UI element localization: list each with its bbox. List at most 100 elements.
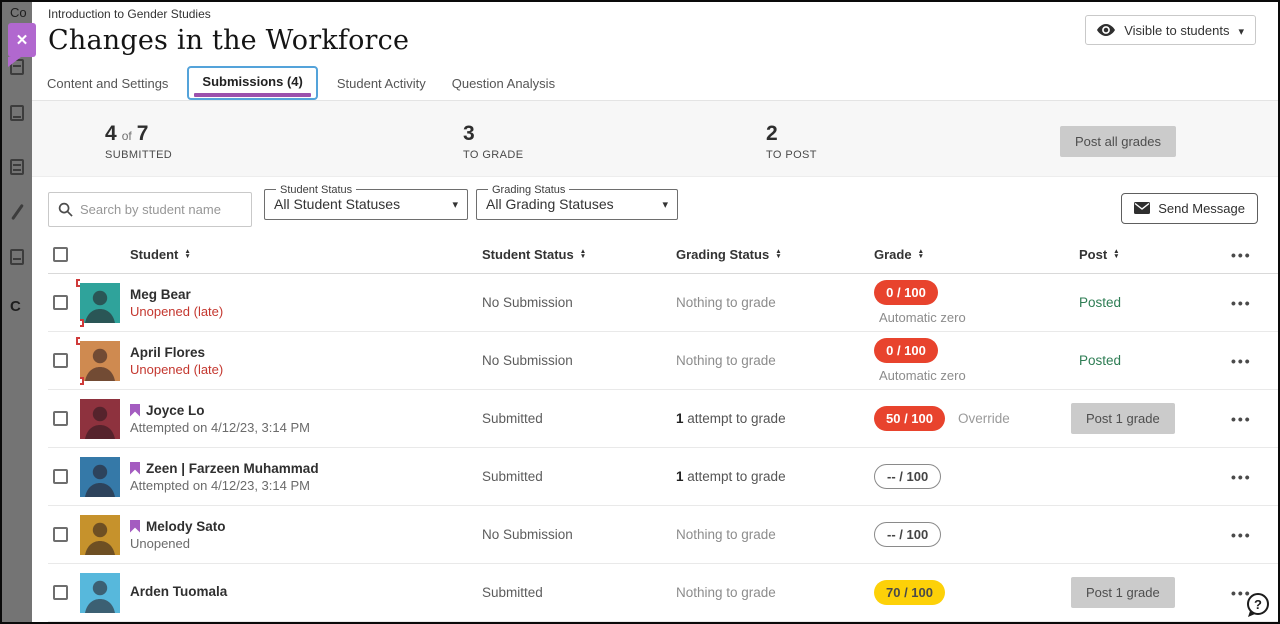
to-grade-label: TO GRADE xyxy=(463,149,523,161)
sort-icon xyxy=(775,250,781,259)
row-options-icon[interactable] xyxy=(1215,295,1278,311)
column-header-student[interactable]: Student xyxy=(130,247,482,262)
submissions-panel: Introduction to Gender Studies Changes i… xyxy=(32,2,1278,622)
help-button[interactable]: ? xyxy=(1244,592,1271,619)
chevron-down-icon xyxy=(662,195,668,213)
column-header-post[interactable]: Post xyxy=(1079,247,1215,262)
bookmark-flag-icon xyxy=(130,520,140,533)
grading-status-value: All Grading Statuses xyxy=(486,196,614,212)
student-status-cell: No Submission xyxy=(482,295,676,310)
posted-status: Posted xyxy=(1079,353,1121,368)
table-body: Meg Bear Unopened (late) No Submission N… xyxy=(48,274,1278,622)
filter-row: Student Status All Student Statuses Grad… xyxy=(32,177,1278,236)
avatar xyxy=(80,515,130,555)
post-cell: Post 1 grade Post 1 grade xyxy=(1079,403,1215,434)
submitted-count: 4 xyxy=(105,122,117,146)
row-options-icon[interactable] xyxy=(1215,353,1278,369)
student-status-cell: No Submission xyxy=(482,353,676,368)
row-checkbox[interactable] xyxy=(53,469,68,484)
student-row[interactable]: Meg Bear Unopened (late) No Submission N… xyxy=(48,274,1278,332)
table-options-icon[interactable] xyxy=(1215,247,1278,263)
row-checkbox[interactable] xyxy=(53,353,68,368)
stat-to-grade: 3 TO GRADE xyxy=(463,122,523,161)
row-options-icon[interactable] xyxy=(1215,469,1278,485)
grading-status-label: Grading Status xyxy=(488,184,569,196)
student-row[interactable]: Melody Sato Unopened No Submission Nothi… xyxy=(48,506,1278,564)
sort-icon xyxy=(184,250,190,259)
row-options-icon[interactable] xyxy=(1215,527,1278,543)
grading-status-cell: Nothing to grade xyxy=(676,584,874,602)
search-box xyxy=(48,192,252,227)
tab-submissions[interactable]: Submissions (4) xyxy=(187,66,317,100)
bookmark-flag-icon xyxy=(130,404,140,417)
post-cell: Post 1 grade Post 1 grade xyxy=(1079,577,1215,608)
student-row[interactable]: Arden Tuomala Submitted Nothing to grade… xyxy=(48,564,1278,622)
select-all-checkbox[interactable] xyxy=(53,247,68,262)
background-sidebar: Co C xyxy=(2,2,32,622)
post-grade-button[interactable]: Post 1 grade xyxy=(1071,577,1175,608)
sort-icon xyxy=(918,250,924,259)
search-input[interactable] xyxy=(80,202,242,217)
tab-student-activity[interactable]: Student Activity xyxy=(324,67,439,100)
grade-subtext: Automatic zero xyxy=(879,310,1079,325)
avatar xyxy=(80,457,130,497)
tab-question-analysis[interactable]: Question Analysis xyxy=(439,67,568,100)
grade-cell: -- / 100 xyxy=(874,464,1079,489)
grade-subtext: Automatic zero xyxy=(879,368,1079,383)
override-label: Override xyxy=(958,411,1010,426)
student-substatus: Unopened (late) xyxy=(130,362,482,377)
student-status-cell: Submitted xyxy=(482,469,676,484)
column-header-grade[interactable]: Grade xyxy=(874,247,1079,262)
row-checkbox[interactable] xyxy=(53,585,68,600)
post-grade-button[interactable]: Post 1 grade xyxy=(1071,403,1175,434)
student-status-cell: Submitted xyxy=(482,585,676,600)
grade-pill[interactable]: 0 / 100 xyxy=(874,280,938,305)
avatar xyxy=(80,283,130,323)
calculator-icon xyxy=(10,159,24,175)
column-header-grading-status[interactable]: Grading Status xyxy=(676,247,874,262)
grading-status-select[interactable]: Grading Status All Grading Statuses xyxy=(476,184,678,220)
grading-status-cell: Nothing to grade xyxy=(676,294,874,312)
grading-status-cell: Nothing to grade xyxy=(676,526,874,544)
student-status-select[interactable]: Student Status All Student Statuses xyxy=(264,184,468,220)
tab-content-and-settings[interactable]: Content and Settings xyxy=(34,67,181,100)
to-grade-count: 3 xyxy=(463,122,475,146)
submitted-total: 7 xyxy=(137,122,149,146)
student-name: April Flores xyxy=(130,345,205,360)
column-header-student-status[interactable]: Student Status xyxy=(482,247,676,262)
submitted-of: of xyxy=(122,129,132,143)
row-checkbox[interactable] xyxy=(53,411,68,426)
student-row[interactable]: Joyce Lo Attempted on 4/12/23, 3:14 PM S… xyxy=(48,390,1278,448)
student-status-value: All Student Statuses xyxy=(274,196,400,212)
grade-pill[interactable]: -- / 100 xyxy=(874,522,941,547)
post-all-grades-button[interactable]: Post all grades xyxy=(1060,126,1176,157)
student-name: Zeen | Farzeen Muhammad xyxy=(146,461,319,476)
panel-header: Introduction to Gender Studies Changes i… xyxy=(32,2,1278,66)
posted-status: Posted xyxy=(1079,295,1121,310)
student-row[interactable]: April Flores Unopened (late) No Submissi… xyxy=(48,332,1278,390)
search-icon xyxy=(58,202,73,217)
sidebar-text-fragment: Co xyxy=(10,5,27,20)
code-block-icon xyxy=(10,105,24,121)
grade-pill[interactable]: 70 / 100 xyxy=(874,580,945,605)
student-row[interactable]: Zeen | Farzeen Muhammad Attempted on 4/1… xyxy=(48,448,1278,506)
send-message-button[interactable]: Send Message xyxy=(1121,193,1258,224)
grade-pill[interactable]: -- / 100 xyxy=(874,464,941,489)
close-panel-button[interactable] xyxy=(8,23,36,57)
chevron-down-icon xyxy=(1238,23,1244,38)
avatar xyxy=(80,341,130,381)
sort-icon xyxy=(580,250,586,259)
sort-icon xyxy=(1113,250,1119,259)
row-checkbox[interactable] xyxy=(53,295,68,310)
row-options-icon[interactable] xyxy=(1215,411,1278,427)
visibility-dropdown[interactable]: Visible to students xyxy=(1085,15,1256,45)
grading-status-cell: 1 attempt to grade xyxy=(676,410,874,428)
flag-page-icon xyxy=(10,249,24,265)
grade-pill[interactable]: 50 / 100 xyxy=(874,406,945,431)
student-name: Arden Tuomala xyxy=(130,584,227,599)
visibility-label: Visible to students xyxy=(1124,23,1229,38)
grading-status-cell: 1 attempt to grade xyxy=(676,468,874,486)
send-message-label: Send Message xyxy=(1158,201,1245,216)
row-checkbox[interactable] xyxy=(53,527,68,542)
grade-pill[interactable]: 0 / 100 xyxy=(874,338,938,363)
